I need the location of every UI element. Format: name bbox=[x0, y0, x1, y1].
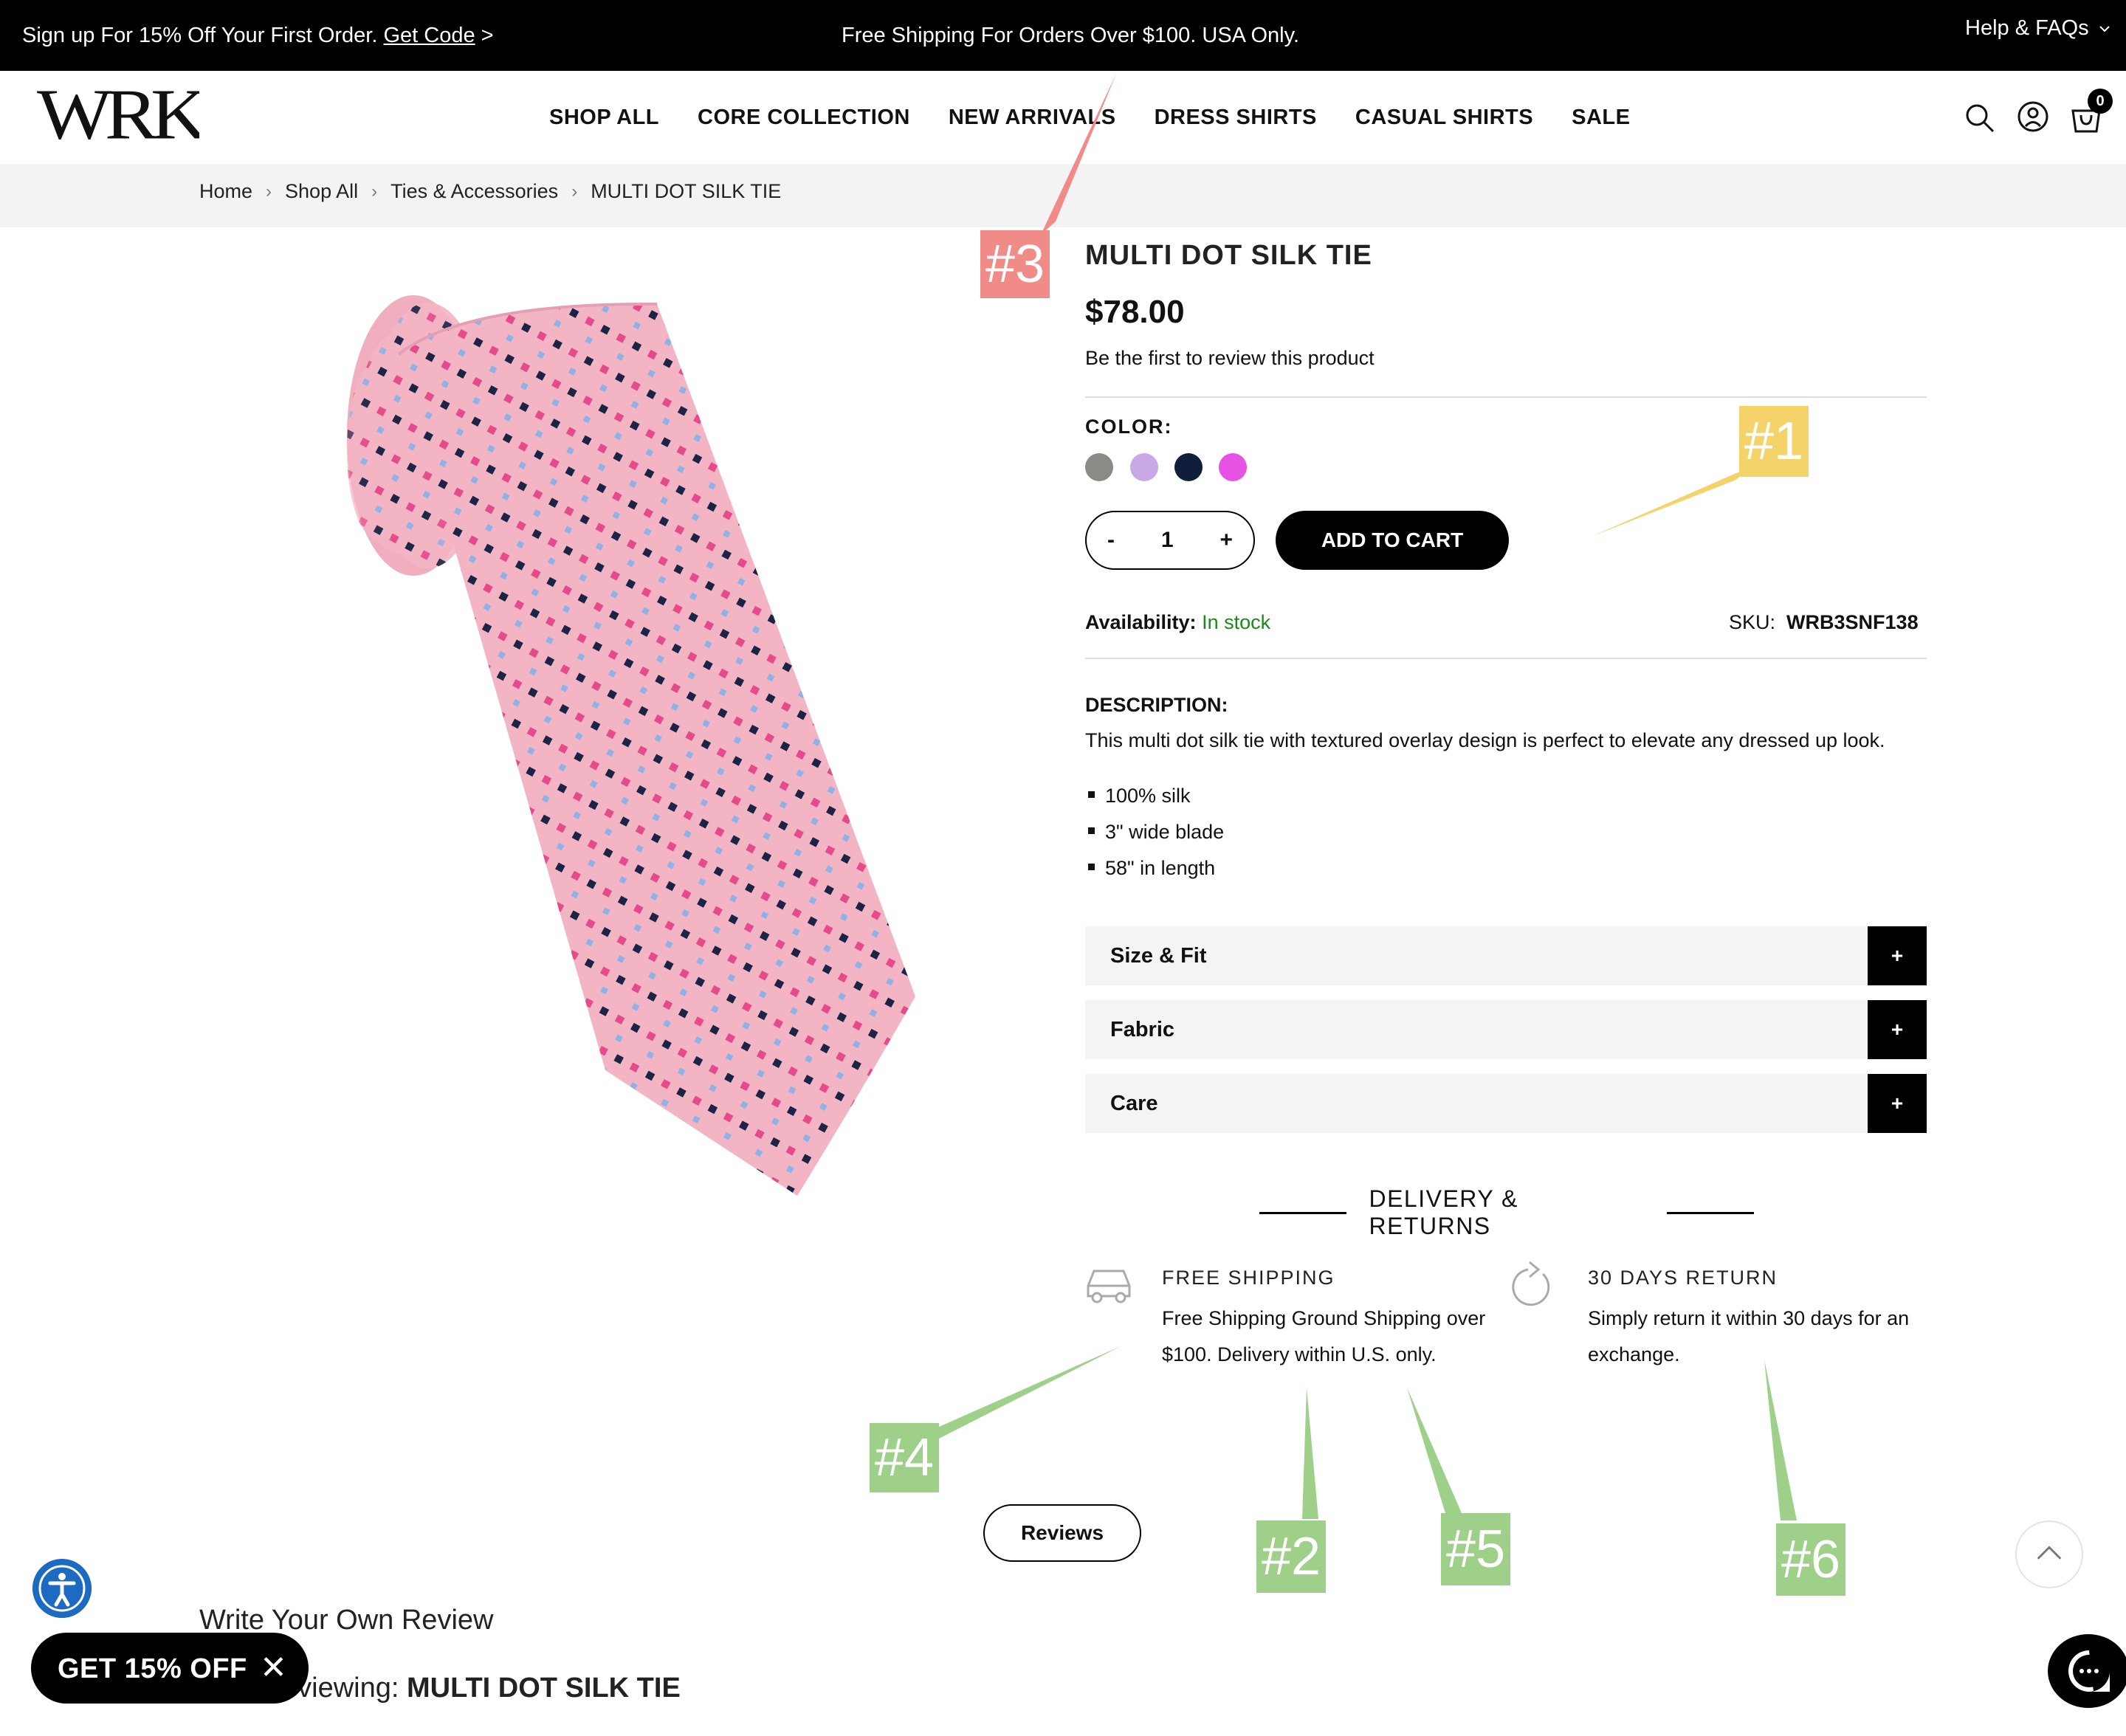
marker-5-pointer bbox=[1407, 1388, 1462, 1513]
annotation-marker-1: #1 bbox=[1739, 406, 1809, 477]
marker-1-pointer bbox=[1593, 468, 1748, 536]
annotation-lines bbox=[932, 74, 1797, 1520]
annotation-marker-5: #5 bbox=[1441, 1513, 1510, 1585]
annotation-marker-3: #3 bbox=[980, 230, 1050, 298]
annotation-marker-4: #4 bbox=[870, 1423, 939, 1492]
marker-4-pointer bbox=[932, 1346, 1121, 1442]
annotation-marker-6: #6 bbox=[1776, 1523, 1845, 1596]
marker-6-pointer bbox=[1764, 1360, 1797, 1520]
marker-3-pointer bbox=[1041, 74, 1116, 235]
annotation-marker-2: #2 bbox=[1256, 1520, 1326, 1593]
marker-2-pointer bbox=[1302, 1388, 1318, 1519]
